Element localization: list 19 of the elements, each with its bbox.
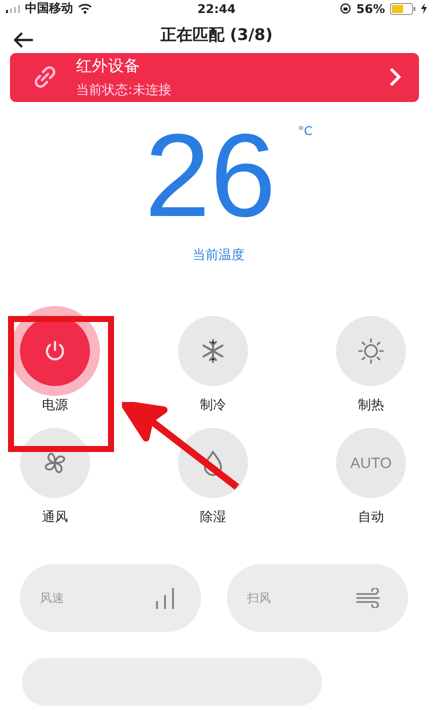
mode-label: 除湿 — [200, 509, 226, 526]
temperature-unit: °C — [298, 124, 312, 140]
mode-label: 通风 — [42, 509, 68, 526]
device-name: 红外设备 — [76, 56, 141, 77]
mode-label: 电源 — [42, 397, 68, 414]
carrier-name: 中国移动 — [25, 0, 73, 18]
setting-button[interactable]: 扫风 — [227, 564, 408, 632]
mode-button[interactable]: AUTO — [336, 428, 406, 498]
device-card[interactable]: 红外设备 当前状态:未连接 — [10, 52, 419, 102]
temperature-label: 当前温度 — [192, 247, 244, 264]
temperature-value: 26 — [144, 120, 276, 232]
setting-button[interactable]: 风速 — [20, 564, 201, 632]
battery-percent: 56% — [356, 2, 385, 16]
page-title: 正在匹配 (3/8) — [160, 24, 273, 46]
clock-time: 22:44 — [197, 2, 236, 16]
mode-label: 制热 — [358, 397, 384, 414]
connection-status: 当前状态:未连接 — [76, 82, 172, 99]
mode-label: 自动 — [358, 509, 384, 526]
mode-label: 制冷 — [200, 397, 226, 414]
